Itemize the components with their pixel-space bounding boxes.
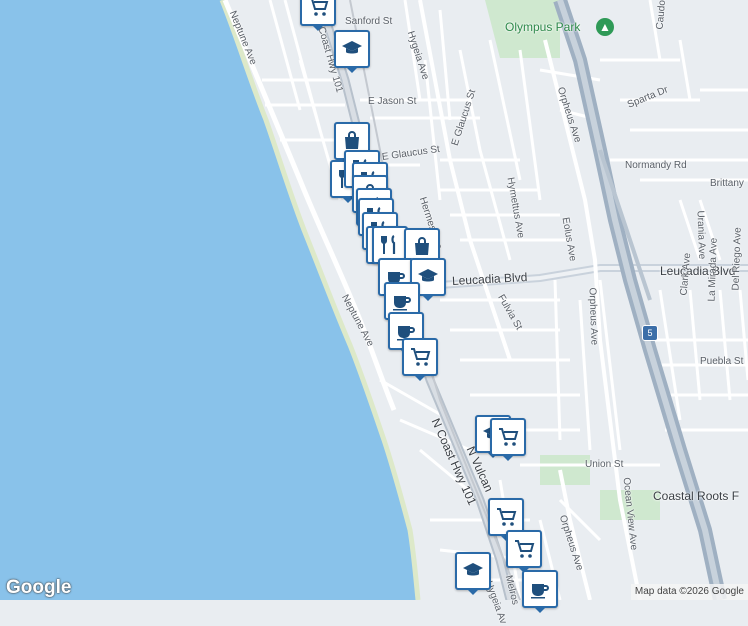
shopping-cart-icon	[411, 348, 431, 366]
google-logo: Google	[6, 577, 72, 598]
shopping-bag-icon	[415, 237, 429, 255]
poi-marker-cart[interactable]	[300, 0, 336, 31]
graduation-cap-icon	[342, 41, 362, 54]
shopping-cart-icon	[309, 0, 329, 16]
street-label-la-mirada: La Mirada Ave	[706, 237, 720, 302]
tree-icon: ▲	[596, 18, 614, 36]
street-label-normandy: Normandy Rd	[625, 160, 687, 171]
coffee-cup-icon	[531, 584, 549, 599]
interstate-5-shield: 5	[642, 325, 658, 341]
shopping-cart-icon	[515, 540, 535, 558]
poi-marker-cart[interactable]	[402, 338, 438, 381]
street-label-brittany: Brittany	[710, 178, 744, 189]
map-canvas[interactable]	[0, 0, 748, 600]
fork-knife-icon	[381, 235, 396, 254]
coffee-cup-icon	[393, 296, 411, 311]
poi-marker-cart[interactable]	[506, 530, 542, 573]
poi-marker-cart[interactable]	[490, 418, 526, 461]
graduation-cap-icon	[463, 563, 483, 576]
street-label-leucadia-blvd-right: Leucadia Blvd	[660, 264, 736, 278]
park-label[interactable]: Olympus Park	[505, 20, 580, 34]
shopping-cart-icon	[499, 428, 519, 446]
street-label-union: Union St	[585, 459, 624, 470]
street-label-del-riego: Del Riego Ave	[730, 227, 744, 291]
poi-marker-school[interactable]	[334, 30, 370, 73]
poi-marker-school[interactable]	[455, 552, 491, 595]
street-label-sanford: Sanford St	[345, 16, 393, 27]
street-label-puebla: Puebla St	[700, 356, 744, 367]
street-label-orpheus-mid: Orpheus Ave	[586, 287, 600, 346]
shopping-cart-icon	[497, 508, 517, 526]
map-attribution[interactable]: Map data ©2026 Google	[630, 584, 748, 600]
poi-marker-cafe[interactable]	[522, 570, 558, 613]
street-label-urania: Urania Ave	[694, 210, 708, 260]
street-label-coastal-roots: Coastal Roots F	[653, 489, 740, 503]
street-label-jason: E Jason St	[368, 96, 417, 107]
